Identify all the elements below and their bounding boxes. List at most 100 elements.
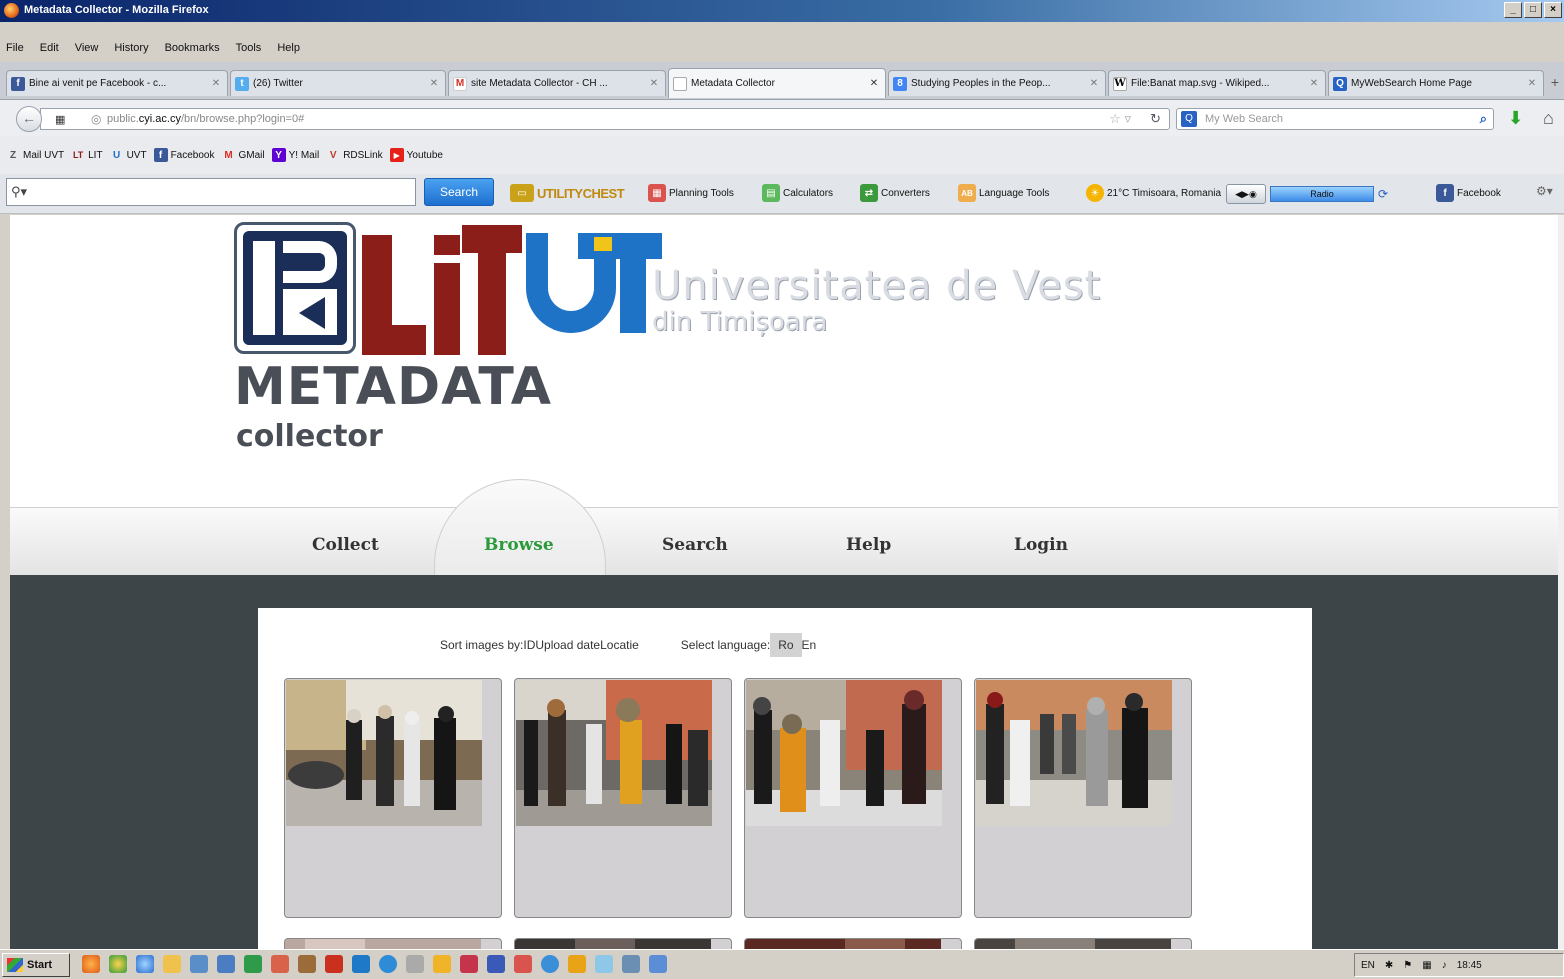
toolbar-search-input[interactable]: ⚲▾: [6, 178, 416, 206]
menu-tools[interactable]: Tools: [236, 42, 262, 54]
globe-icon[interactable]: [379, 955, 397, 973]
network-tray-icon[interactable]: ▦: [1422, 960, 1431, 971]
image-thumbnail[interactable]: [974, 678, 1192, 918]
radio-settings-icon[interactable]: ⟳: [1378, 187, 1388, 201]
nav-login[interactable]: Login: [1014, 535, 1068, 555]
menu-bookmarks[interactable]: Bookmarks: [165, 42, 220, 54]
monitor-icon[interactable]: [649, 955, 667, 973]
image-thumbnail[interactable]: [284, 678, 502, 918]
back-button[interactable]: ←: [16, 106, 42, 132]
acrobat-icon[interactable]: [325, 955, 343, 973]
menu-file[interactable]: File: [6, 42, 24, 54]
image-thumbnail[interactable]: [744, 938, 962, 949]
utility-chest-button[interactable]: ▭ UTILITYCHEST: [510, 184, 625, 202]
address-bar[interactable]: ▦ ◎ public.cyi.ac.cy/bn/browse.php?login…: [40, 108, 1170, 130]
bookmark-mail-uvt[interactable]: Z Mail UVT: [6, 148, 64, 162]
nav-browse[interactable]: Browse: [484, 535, 554, 555]
language-ro-button[interactable]: Ro: [770, 633, 802, 657]
sort-by-upload-date[interactable]: Upload date: [535, 638, 600, 652]
menu-help[interactable]: Help: [277, 42, 300, 54]
language-en-button[interactable]: En: [802, 638, 817, 652]
bluetooth-icon[interactable]: ✱: [1385, 960, 1393, 971]
folder-icon[interactable]: [163, 955, 181, 973]
messenger-icon[interactable]: [433, 955, 451, 973]
tab-metadata-collector[interactable]: Metadata Collector ✕: [668, 68, 886, 98]
radio-play-controls[interactable]: ◀▶◉: [1226, 184, 1266, 204]
chrome-icon[interactable]: [109, 955, 127, 973]
radio-station-select[interactable]: Radio: [1270, 186, 1374, 202]
toolbar-overflow-button[interactable]: ⚙▾: [1536, 184, 1553, 198]
tab-studying-peoples[interactable]: 8 Studying Peoples in the Peop... ✕: [888, 70, 1106, 96]
image-thumbnail[interactable]: [974, 938, 1192, 949]
close-window-button[interactable]: ×: [1544, 2, 1562, 18]
bookmark-facebook[interactable]: f Facebook: [153, 148, 215, 162]
flag-icon[interactable]: ⚑: [1403, 960, 1412, 971]
bookmark-gmail[interactable]: M GMail: [222, 148, 264, 162]
nav-search[interactable]: Search: [662, 535, 728, 555]
close-tab-icon[interactable]: ✕: [1087, 78, 1101, 89]
toolbar-search-button[interactable]: Search: [424, 178, 494, 206]
tab-twitter[interactable]: t (26) Twitter ✕: [230, 70, 446, 96]
menu-history[interactable]: History: [114, 42, 148, 54]
language-indicator[interactable]: EN: [1361, 960, 1375, 971]
clock[interactable]: 18:45: [1457, 960, 1482, 971]
window-icon[interactable]: [190, 955, 208, 973]
bookmark-uvt[interactable]: U UVT: [110, 148, 147, 162]
nav-help[interactable]: Help: [846, 535, 891, 555]
image-thumbnail[interactable]: [284, 938, 502, 949]
search-icon[interactable]: ⌕: [1480, 111, 1487, 127]
bookmark-star-icon[interactable]: ☆ ▿: [1109, 111, 1131, 127]
app-icon[interactable]: [514, 955, 532, 973]
download-icon[interactable]: ⬇: [1508, 108, 1523, 129]
media-icon[interactable]: [460, 955, 478, 973]
tool-icon[interactable]: [406, 955, 424, 973]
image-thumbnail[interactable]: [514, 938, 732, 949]
save-icon[interactable]: [487, 955, 505, 973]
excel-icon[interactable]: [244, 955, 262, 973]
tab-gmail[interactable]: M site Metadata Collector - CH ... ✕: [448, 70, 666, 96]
close-tab-icon[interactable]: ✕: [647, 78, 661, 89]
close-tab-icon[interactable]: ✕: [209, 78, 223, 89]
tab-mywebsearch[interactable]: Q MyWebSearch Home Page ✕: [1328, 70, 1544, 96]
converters-button[interactable]: ⇄ Converters: [860, 184, 930, 202]
tab-wikipedia[interactable]: W File:Banat map.svg - Wikiped... ✕: [1108, 70, 1326, 96]
calculators-button[interactable]: ▤ Calculators: [762, 184, 833, 202]
site-identity-icon[interactable]: ▦: [55, 113, 65, 126]
new-tab-icon[interactable]: +: [1547, 74, 1563, 94]
minimize-button[interactable]: _: [1504, 2, 1522, 18]
internet-explorer-icon[interactable]: [136, 955, 154, 973]
home-icon[interactable]: ⌂: [1543, 108, 1554, 129]
close-tab-icon[interactable]: ✕: [1525, 78, 1539, 89]
paint-icon[interactable]: [568, 955, 586, 973]
web-search-box[interactable]: Q My Web Search ⌕: [1176, 108, 1494, 130]
settings-icon[interactable]: [298, 955, 316, 973]
skype-icon[interactable]: [352, 955, 370, 973]
sort-by-locatie[interactable]: Locatie: [600, 638, 639, 652]
close-tab-icon[interactable]: ✕: [427, 78, 441, 89]
nav-collect[interactable]: Collect: [312, 535, 379, 555]
maximize-button[interactable]: □: [1524, 2, 1542, 18]
start-button[interactable]: Start: [2, 953, 70, 977]
language-tools-button[interactable]: AB Language Tools: [958, 184, 1049, 202]
planning-tools-button[interactable]: ▦ Planning Tools: [648, 184, 734, 202]
explorer-icon[interactable]: [595, 955, 613, 973]
bookmark-lit[interactable]: LT LIT: [71, 148, 103, 162]
network-icon[interactable]: [541, 955, 559, 973]
close-tab-icon[interactable]: ✕: [1307, 78, 1321, 89]
word-icon[interactable]: [217, 955, 235, 973]
image-thumbnail[interactable]: [744, 678, 962, 918]
reload-icon[interactable]: ↻: [1150, 111, 1161, 127]
weather-button[interactable]: ☀ 21°C Timisoara, Romania: [1086, 184, 1221, 202]
bookmark-yahoo-mail[interactable]: Y Y! Mail: [271, 148, 319, 162]
sort-by-id[interactable]: ID: [523, 638, 535, 652]
volume-icon[interactable]: ♪: [1442, 960, 1447, 971]
bookmark-rdslink[interactable]: V RDSLink: [326, 148, 383, 162]
page-scrollbar[interactable]: [1558, 215, 1564, 949]
image-thumbnail[interactable]: [514, 678, 732, 918]
close-tab-icon[interactable]: ✕: [867, 78, 881, 89]
menu-edit[interactable]: Edit: [40, 42, 59, 54]
toolbar-facebook-button[interactable]: f Facebook: [1436, 184, 1501, 202]
menu-view[interactable]: View: [75, 42, 99, 54]
powerpoint-icon[interactable]: [271, 955, 289, 973]
url-text[interactable]: public.cyi.ac.cy/bn/browse.php?login=0#: [107, 113, 304, 125]
